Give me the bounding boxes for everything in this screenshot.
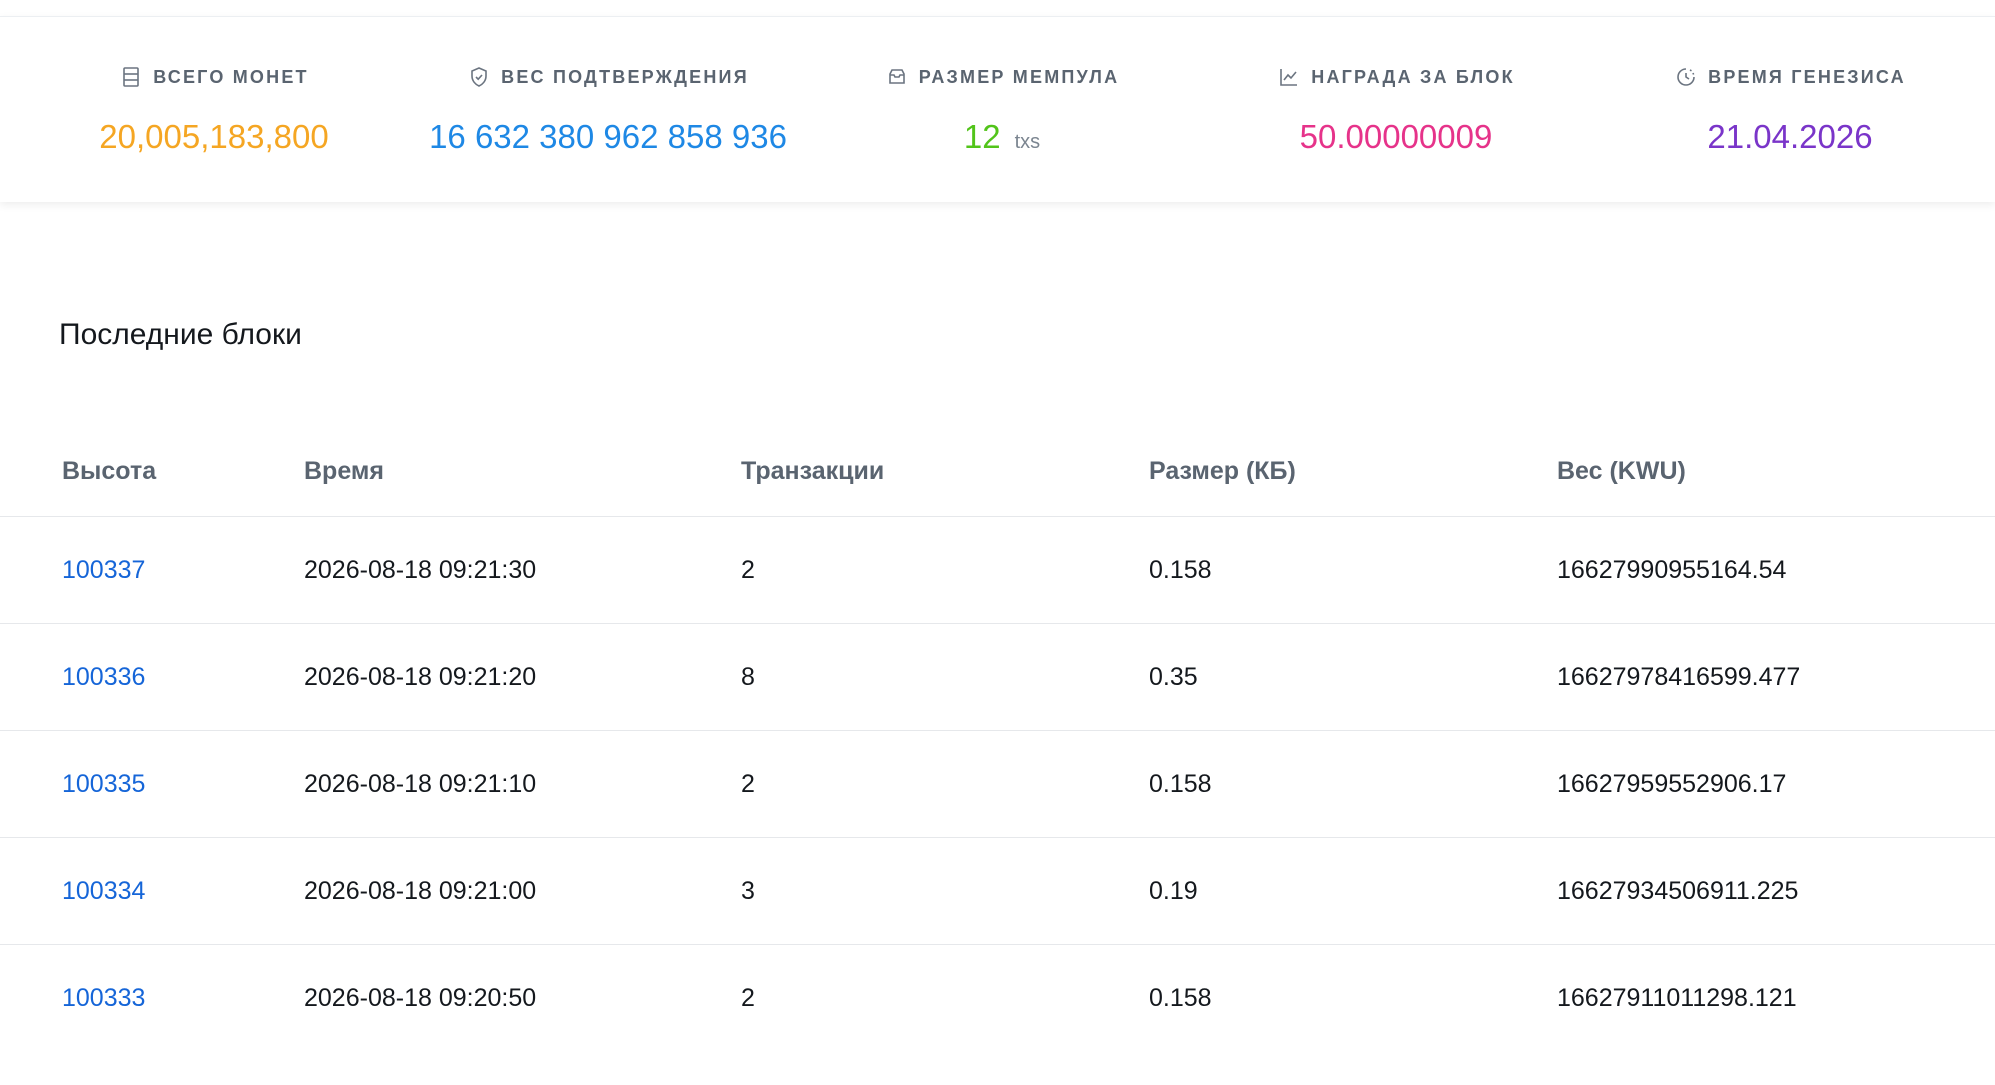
block-size: 0.35	[1149, 623, 1557, 731]
block-time: 2026-08-18 09:20:50	[304, 983, 537, 1012]
stat-label: ВЕС ПОДТВЕРЖДЕНИЯ	[501, 66, 749, 87]
stat-value: 20,005,183,800	[99, 118, 329, 155]
column-header-time: Время	[304, 426, 741, 517]
stat-value: 16 632 380 962 858 936	[429, 118, 787, 155]
block-height-link[interactable]: 100337	[62, 556, 145, 584]
stat-unit: txs	[1014, 131, 1041, 153]
stat-block-reward: НАГРАДА ЗА БЛОК 50.00000009	[1199, 17, 1593, 203]
block-height-link[interactable]: 100334	[62, 877, 145, 905]
block-time: 2026-08-18 09:21:10	[304, 730, 741, 838]
stat-label: НАГРАДА ЗА БЛОК	[1311, 66, 1515, 87]
block-time: 2026-08-18 09:21:30	[304, 516, 741, 624]
stat-value: 50.00000009	[1299, 118, 1493, 155]
section-title: Последние блоки	[59, 318, 302, 351]
block-size: 0.158	[1149, 730, 1557, 838]
stat-genesis-time: ВРЕМЯ ГЕНЕЗИСА 21.04.2026	[1593, 17, 1987, 203]
block-size: 0.19	[1149, 837, 1557, 945]
block-weight: 16627959552906.17	[1557, 730, 1995, 838]
block-size: 0.158	[1149, 516, 1557, 624]
table-header-row: Высота Время Транзакции Размер (КБ) Вес …	[0, 426, 1995, 517]
column-header-transactions: Транзакции	[741, 426, 1149, 517]
block-time: 2026-08-18 09:21:00	[304, 837, 741, 945]
table-row: 100336 2026-08-18 09:21:20 8 0.35 166279…	[0, 623, 1995, 731]
stat-confirmation-weight: ВЕС ПОДТВЕРЖДЕНИЯ 16 632 380 962 858 936	[411, 17, 805, 203]
table-row: 100333 2026-08-18 09:20:50 2 0.158 16627…	[0, 945, 1995, 1052]
stat-label: ВСЕГО МОНЕТ	[153, 66, 309, 87]
stat-label: ВРЕМЯ ГЕНЕЗИСА	[1708, 66, 1906, 87]
block-height-link[interactable]: 100336	[62, 663, 145, 691]
stat-value: 12 txs	[963, 118, 1041, 155]
table-row: 100335 2026-08-18 09:21:10 2 0.158 16627…	[0, 730, 1995, 838]
block-size: 0.158	[1149, 983, 1212, 1012]
block-weight: 16627990955164.54	[1557, 516, 1995, 624]
column-header-weight: Вес (KWU)	[1557, 426, 1995, 517]
blocks-table: Высота Время Транзакции Размер (КБ) Вес …	[0, 426, 1995, 1051]
stat-total-coins: ВСЕГО МОНЕТ 20,005,183,800	[17, 17, 411, 203]
table-row: 100337 2026-08-18 09:21:30 2 0.158 16627…	[0, 516, 1995, 624]
shield-check-icon	[471, 67, 487, 87]
line-chart-icon	[1280, 69, 1298, 86]
stat-mempool-size: РАЗМЕР МЕМПУЛА 12 txs	[805, 17, 1199, 203]
block-weight: 16627978416599.477	[1557, 623, 1995, 731]
block-transactions: 2	[741, 730, 1149, 838]
inbox-icon	[888, 69, 905, 84]
block-weight: 16627911011298.121	[1557, 983, 1797, 1012]
table-row: 100334 2026-08-18 09:21:00 3 0.19 166279…	[0, 837, 1995, 945]
block-transactions: 2	[741, 516, 1149, 624]
block-transactions: 3	[741, 837, 1149, 945]
stats-card: ВСЕГО МОНЕТ 20,005,183,800 ВЕС ПОДТВЕРЖД…	[0, 16, 1995, 202]
column-header-height: Высота	[0, 426, 304, 517]
block-time: 2026-08-18 09:21:20	[304, 623, 741, 731]
column-header-size: Размер (КБ)	[1149, 426, 1557, 517]
clock-history-icon	[1677, 68, 1695, 86]
block-height-link[interactable]: 100333	[62, 984, 145, 1012]
stat-value: 21.04.2026	[1707, 118, 1873, 155]
block-height-link[interactable]: 100335	[62, 770, 145, 798]
block-transactions: 8	[741, 623, 1149, 731]
stat-label: РАЗМЕР МЕМПУЛА	[918, 66, 1120, 87]
block-transactions: 2	[741, 983, 755, 1012]
server-icon	[123, 67, 140, 87]
block-weight: 16627934506911.225	[1557, 837, 1995, 945]
